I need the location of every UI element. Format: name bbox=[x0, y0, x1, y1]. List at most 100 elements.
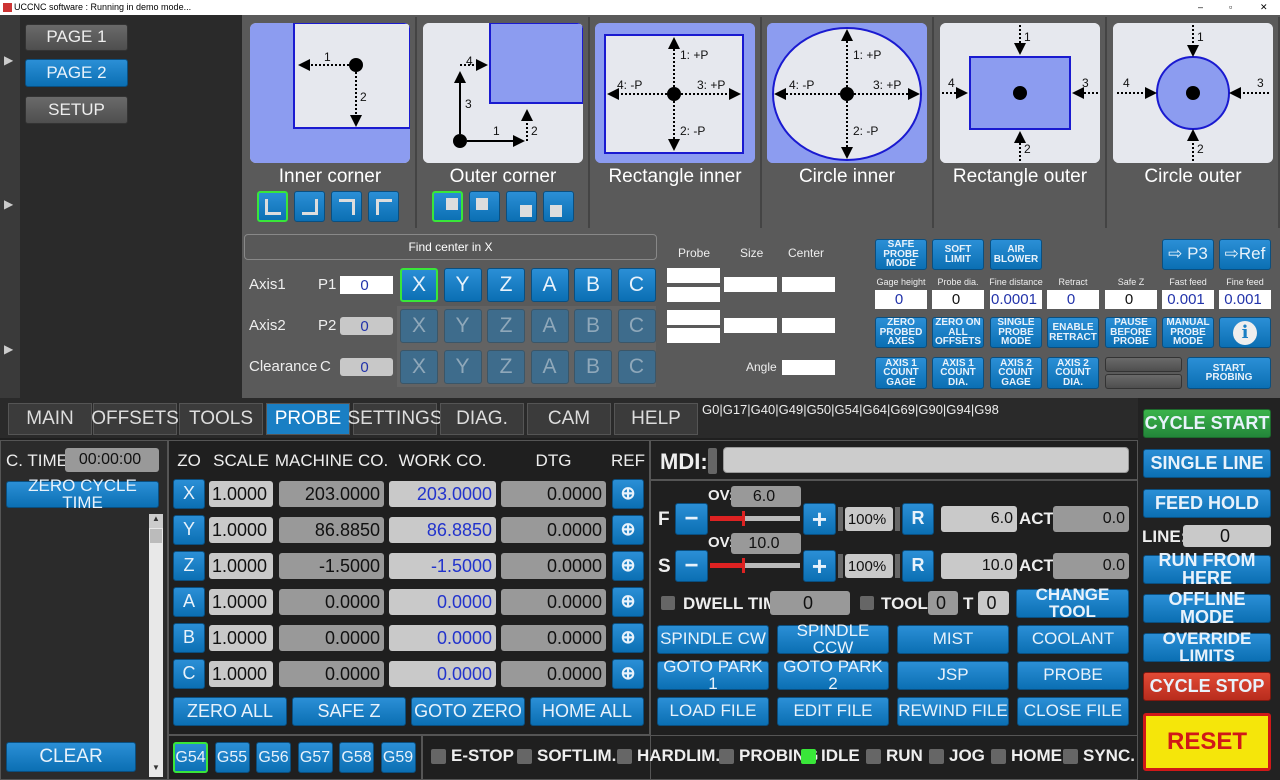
probe-option-safe-probe-mode[interactable]: SAFE PROBE MODE bbox=[875, 239, 927, 270]
axis-1-y-button[interactable]: Y bbox=[443, 268, 482, 302]
tab-offsets[interactable]: OFFSETS bbox=[91, 403, 179, 435]
spindle-override-slider[interactable] bbox=[710, 558, 800, 573]
axis-1-a-button[interactable]: A bbox=[530, 268, 569, 302]
tab-help[interactable]: HELP bbox=[614, 403, 698, 435]
offset-g55-button[interactable]: G55 bbox=[214, 742, 250, 773]
spindle-minus-button[interactable]: − bbox=[675, 550, 708, 582]
offset-g59-button[interactable]: G59 bbox=[380, 742, 416, 773]
axis-2-z-button[interactable]: Z bbox=[487, 309, 525, 343]
mdi-input[interactable] bbox=[723, 447, 1129, 473]
zero-cycle-time-button[interactable]: ZERO CYCLE TIME bbox=[6, 477, 159, 511]
param-input[interactable]: 0 bbox=[1105, 290, 1157, 309]
probe-option-axis-1-count-dia-[interactable]: AXIS 1 COUNT DIA. bbox=[932, 357, 984, 389]
outer-corner-option-4[interactable] bbox=[543, 191, 574, 222]
spindle-reset-button[interactable]: R bbox=[902, 550, 934, 582]
zero-x-button[interactable]: X bbox=[173, 479, 205, 509]
probe-option-axis-1-count-gage[interactable]: AXIS 1 COUNT GAGE bbox=[875, 357, 927, 389]
expand-arrow-icon[interactable]: ▶ bbox=[4, 342, 13, 356]
override-limits-button[interactable]: OVERRIDE LIMITS bbox=[1143, 630, 1271, 664]
expand-arrow-icon[interactable]: ▶ bbox=[4, 197, 13, 211]
scale-b-input[interactable]: 1.0000 bbox=[209, 625, 273, 651]
goto-park-1-button[interactable]: GOTO PARK 1 bbox=[657, 658, 769, 692]
zero-y-button[interactable]: Y bbox=[173, 515, 205, 545]
zero-all-button[interactable]: ZERO ALL bbox=[173, 697, 287, 726]
inner-corner-option-1[interactable] bbox=[257, 191, 288, 222]
zero-b-button[interactable]: B bbox=[173, 623, 205, 653]
axis-row-value-input[interactable]: 0 bbox=[340, 358, 393, 376]
offset-g54-button[interactable]: G54 bbox=[173, 742, 208, 773]
maximize-button[interactable]: ▫ bbox=[1229, 0, 1232, 15]
rectangle-inner-diagram[interactable]: 1: +P 4: -P 3: +P 2: -P bbox=[595, 23, 755, 163]
work-b-input[interactable]: 0.0000 bbox=[389, 625, 496, 651]
ref-c-button[interactable]: ⊕ bbox=[612, 659, 644, 689]
axis-2-c-button[interactable]: C bbox=[617, 309, 656, 343]
scale-a-input[interactable]: 1.0000 bbox=[209, 589, 273, 615]
param-input[interactable]: 0 bbox=[875, 290, 927, 309]
ref-y-button[interactable]: ⊕ bbox=[612, 515, 644, 545]
inner-corner-option-3[interactable] bbox=[331, 191, 362, 222]
axis-1-x-button[interactable]: X bbox=[400, 268, 438, 302]
param-input[interactable]: 0.001 bbox=[1162, 290, 1214, 309]
circle-inner-diagram[interactable]: 1: +P 4: -P 3: +P 2: -P bbox=[767, 23, 927, 163]
close-file-button[interactable]: CLOSE FILE bbox=[1017, 697, 1129, 726]
zero-c-button[interactable]: C bbox=[173, 659, 205, 689]
axis-row-value-input[interactable]: 0 bbox=[340, 276, 393, 294]
outer-corner-option-2[interactable] bbox=[469, 191, 500, 222]
close-button[interactable]: ✕ bbox=[1260, 0, 1268, 15]
feed-hold-button[interactable]: FEED HOLD bbox=[1143, 489, 1271, 518]
dwell-checkbox[interactable] bbox=[661, 596, 675, 610]
mist-button[interactable]: MIST bbox=[897, 625, 1009, 654]
cycle-stop-button[interactable]: CYCLE STOP bbox=[1143, 672, 1271, 701]
scrollbar[interactable]: ▲ ▼ bbox=[149, 514, 163, 777]
t-input[interactable]: 0 bbox=[978, 591, 1009, 615]
goto-zero-button[interactable]: GOTO ZERO bbox=[411, 697, 525, 726]
run-from-here-button[interactable]: RUN FROM HERE bbox=[1143, 551, 1271, 587]
axis-2-y-button[interactable]: Y bbox=[443, 309, 482, 343]
goto-park-2-button[interactable]: GOTO PARK 2 bbox=[777, 658, 889, 692]
offset-g58-button[interactable]: G58 bbox=[339, 742, 374, 773]
spindle-slider-handle[interactable] bbox=[741, 558, 745, 573]
zero-a-button[interactable]: A bbox=[173, 587, 205, 617]
page-2-button[interactable]: PAGE 2 bbox=[25, 59, 128, 87]
axis-3-a-button[interactable]: A bbox=[530, 350, 569, 384]
probe-option-pause-before-probe[interactable]: PAUSE BEFORE PROBE bbox=[1105, 317, 1157, 348]
scrollbar-thumb[interactable] bbox=[150, 529, 162, 543]
inner-corner-option-4[interactable] bbox=[368, 191, 399, 222]
ref-a-button[interactable]: ⊕ bbox=[612, 587, 644, 617]
offline-mode-button[interactable]: OFFLINE MODE bbox=[1143, 590, 1271, 626]
ref-b-button[interactable]: ⊕ bbox=[612, 623, 644, 653]
scale-x-input[interactable]: 1.0000 bbox=[209, 481, 273, 507]
axis-2-a-button[interactable]: A bbox=[530, 309, 569, 343]
coolant-button[interactable]: COOLANT bbox=[1017, 625, 1129, 654]
axis-2-b-button[interactable]: B bbox=[574, 309, 612, 343]
axis-3-y-button[interactable]: Y bbox=[443, 350, 482, 384]
axis-3-z-button[interactable]: Z bbox=[487, 350, 525, 384]
ref-z-button[interactable]: ⊕ bbox=[612, 551, 644, 581]
axis-3-x-button[interactable]: X bbox=[400, 350, 438, 384]
spindle-cw-button[interactable]: SPINDLE CW bbox=[657, 625, 769, 654]
single-line-button[interactable]: SINGLE LINE bbox=[1143, 449, 1271, 478]
work-z-input[interactable]: -1.5000 bbox=[389, 553, 496, 579]
scale-z-input[interactable]: 1.0000 bbox=[209, 553, 273, 579]
start-probing-button[interactable]: START PROBING bbox=[1187, 357, 1271, 389]
axis-2-x-button[interactable]: X bbox=[400, 309, 438, 343]
tab-main[interactable]: MAIN bbox=[8, 403, 92, 435]
axis-3-b-button[interactable]: B bbox=[574, 350, 612, 384]
probe-option-manual-probe-mode[interactable]: MANUAL PROBE MODE bbox=[1162, 317, 1214, 348]
feed-override-slider[interactable] bbox=[710, 511, 800, 526]
scale-c-input[interactable]: 1.0000 bbox=[209, 661, 273, 687]
param-input[interactable]: 0 bbox=[932, 290, 984, 309]
axis-1-z-button[interactable]: Z bbox=[487, 268, 525, 302]
rewind-file-button[interactable]: REWIND FILE bbox=[897, 697, 1009, 726]
spindle-plus-button[interactable]: + bbox=[803, 550, 836, 582]
axis-1-c-button[interactable]: C bbox=[617, 268, 656, 302]
goto-ref-button[interactable]: ⇨ Ref bbox=[1219, 239, 1271, 270]
ref-x-button[interactable]: ⊕ bbox=[612, 479, 644, 509]
probe-option-zero-on-all-offsets[interactable]: ZERO ON ALL OFFSETS bbox=[932, 317, 984, 348]
minimize-button[interactable]: – bbox=[1198, 0, 1203, 15]
spindle-ccw-button[interactable]: SPINDLE CCW bbox=[777, 622, 889, 656]
feed-reset-button[interactable]: R bbox=[902, 503, 934, 535]
work-c-input[interactable]: 0.0000 bbox=[389, 661, 496, 687]
cycle-start-button[interactable]: CYCLE START bbox=[1143, 409, 1271, 438]
inner-corner-option-2[interactable] bbox=[294, 191, 325, 222]
